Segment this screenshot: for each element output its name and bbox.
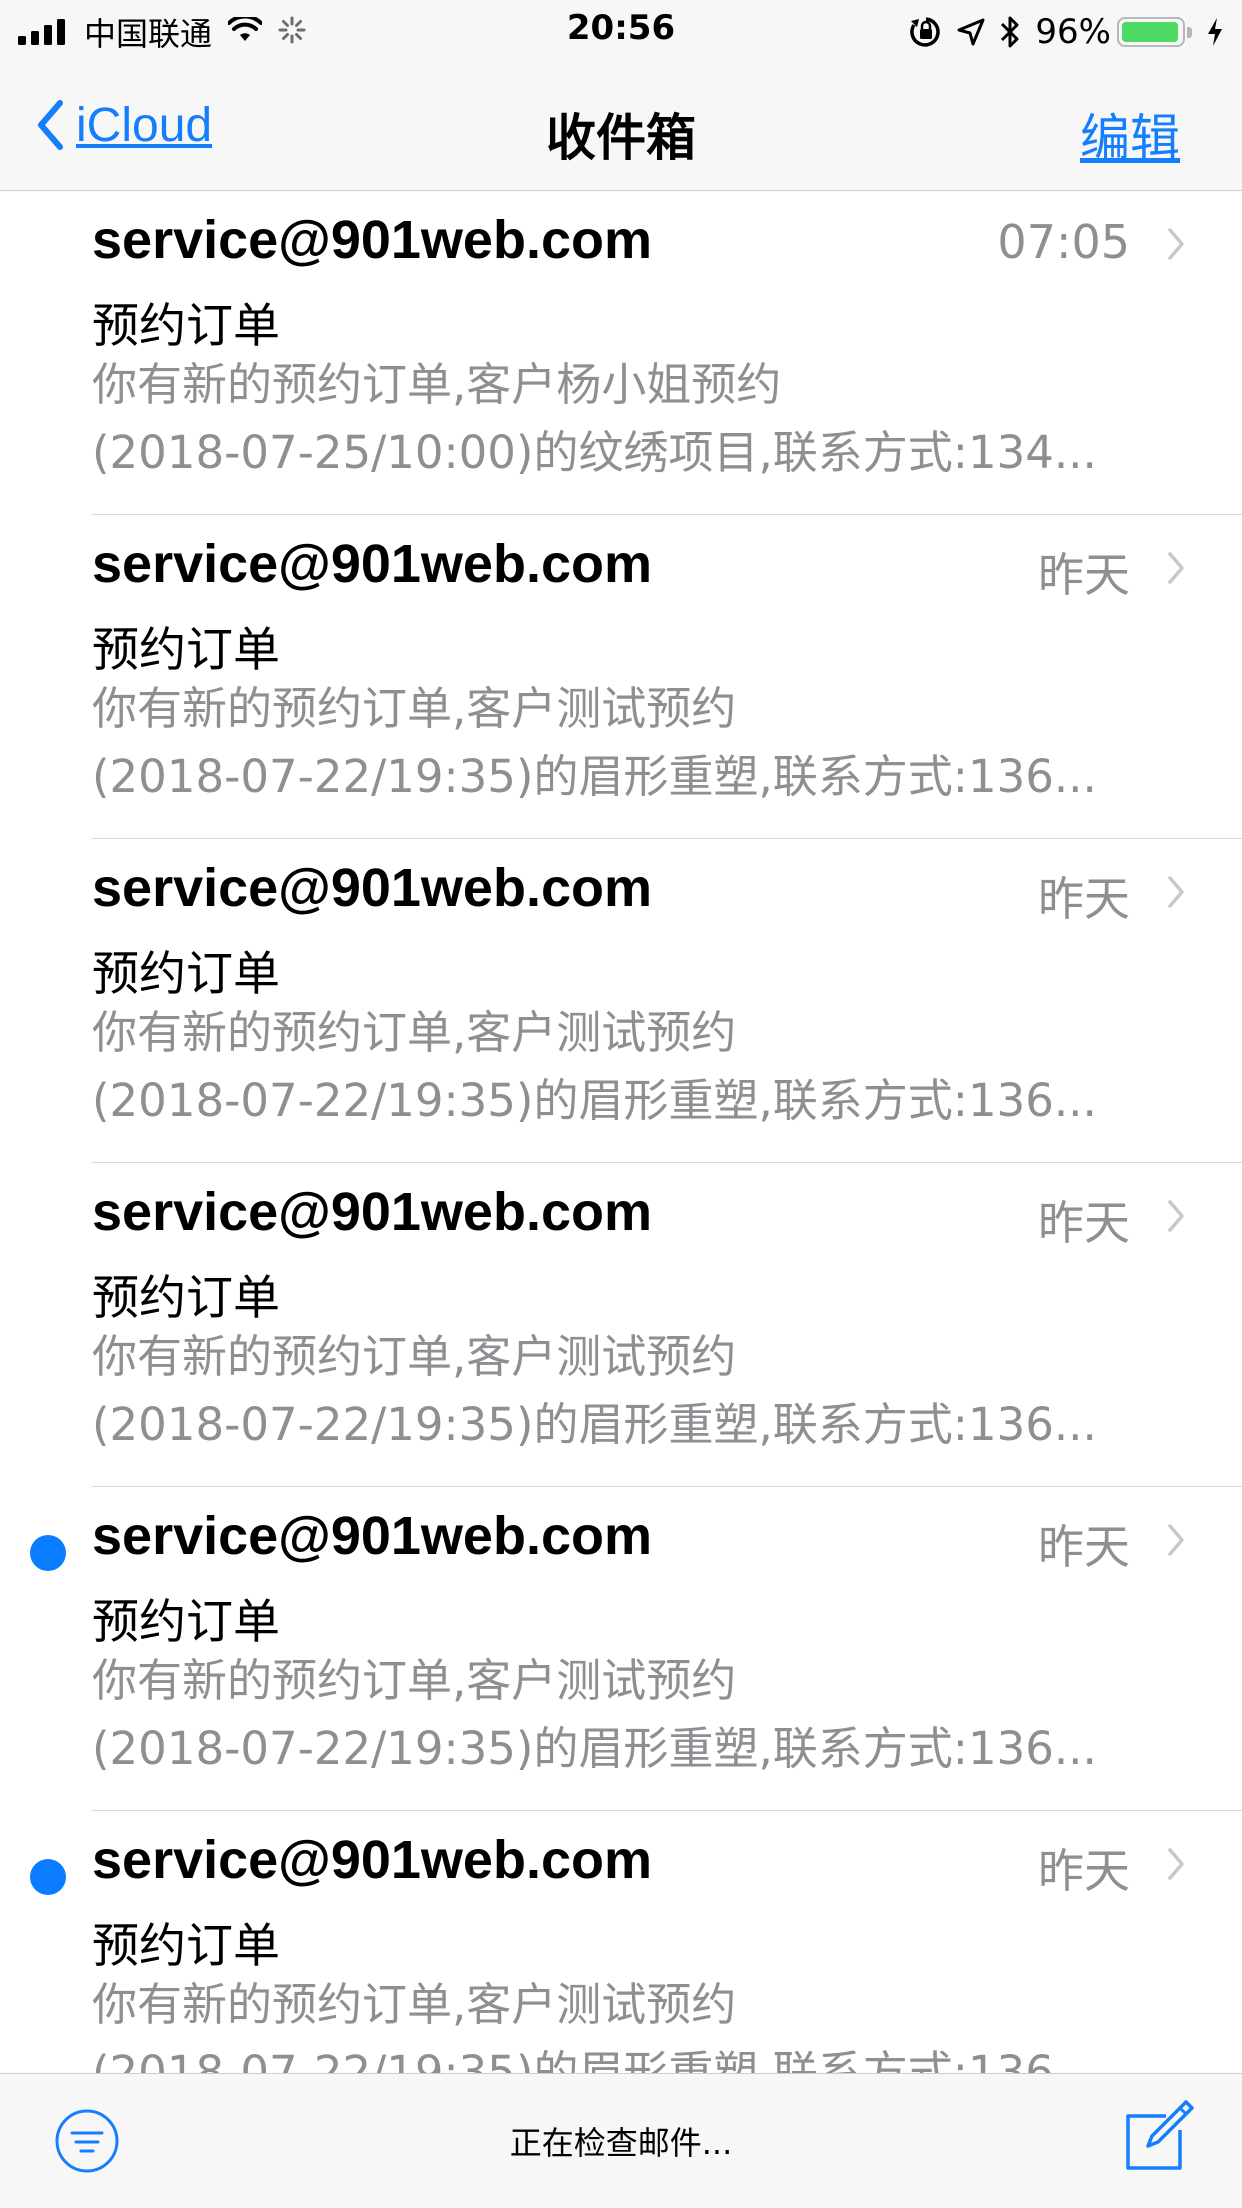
- mail-preview-line-1: 你有新的预约订单,客户测试预约: [92, 1654, 737, 1707]
- battery-cap: [1187, 26, 1192, 38]
- status-bar: 中国联通 20:56 96%: [0, 0, 1242, 62]
- chevron-right-icon: [1168, 1848, 1184, 1880]
- mail-list-item[interactable]: service@901web.com 昨天 预约订单 你有新的预约订单,客户测试…: [0, 1811, 1242, 2073]
- compose-button[interactable]: [1120, 2098, 1196, 2179]
- mail-preview-line-1: 你有新的预约订单,客户杨小姐预约: [92, 358, 782, 411]
- mail-sender: service@901web.com: [92, 858, 652, 918]
- mail-preview: 你有新的预约订单,客户测试预约 (2018-07-22/19:35)的眉形重塑,…: [92, 675, 1174, 811]
- chevron-right-icon: [1168, 1524, 1184, 1556]
- mail-preview-line-2: (2018-07-22/19:35)的眉形重塑,联系方式:136...: [92, 1722, 1097, 1775]
- mail-list-item[interactable]: service@901web.com 昨天 预约订单 你有新的预约订单,客户测试…: [0, 1487, 1242, 1811]
- mail-time: 昨天: [1038, 1844, 1130, 1898]
- status-bar-right: 96%: [895, 10, 1224, 54]
- mail-sender: service@901web.com: [92, 1182, 652, 1242]
- mail-list-item[interactable]: service@901web.com 昨天 预约订单 你有新的预约订单,客户测试…: [0, 1163, 1242, 1487]
- mail-subject: 预约订单: [92, 1919, 280, 1974]
- mail-sender: service@901web.com: [92, 534, 652, 594]
- mail-preview: 你有新的预约订单,客户测试预约 (2018-07-22/19:35)的眉形重塑,…: [92, 1971, 1174, 2073]
- location-icon: [957, 18, 985, 46]
- mail-time: 昨天: [1038, 872, 1130, 926]
- edit-button[interactable]: 编辑: [1080, 98, 1180, 170]
- chevron-right-icon: [1168, 1200, 1184, 1232]
- mail-subject: 预约订单: [92, 1271, 280, 1326]
- mail-time: 昨天: [1038, 1520, 1130, 1574]
- orientation-lock-icon: [909, 15, 943, 49]
- bottom-toolbar: 正在检查邮件...: [0, 2073, 1242, 2208]
- mail-preview-line-1: 你有新的预约订单,客户测试预约: [92, 1006, 737, 1059]
- compose-icon: [1126, 2100, 1194, 2170]
- mail-app: 中国联通 20:56 96% iCloud 收件箱 编辑 service@901…: [0, 0, 1242, 2208]
- mail-list: service@901web.com 07:05 预约订单 你有新的预约订单,客…: [0, 191, 1242, 2073]
- mail-subject: 预约订单: [92, 947, 280, 1002]
- mail-preview: 你有新的预约订单,客户测试预约 (2018-07-22/19:35)的眉形重塑,…: [92, 1323, 1174, 1459]
- mail-sender: service@901web.com: [92, 1506, 652, 1566]
- mail-preview-line-1: 你有新的预约订单,客户测试预约: [92, 1330, 737, 1383]
- mail-subject: 预约订单: [92, 623, 280, 678]
- mail-preview: 你有新的预约订单,客户测试预约 (2018-07-22/19:35)的眉形重塑,…: [92, 999, 1174, 1135]
- mail-preview-line-2: (2018-07-22/19:35)的眉形重塑,联系方式:136...: [92, 2046, 1097, 2073]
- mail-preview-line-2: (2018-07-22/19:35)的眉形重塑,联系方式:136...: [92, 1074, 1097, 1127]
- mail-preview-line-2: (2018-07-22/19:35)的眉形重塑,联系方式:136...: [92, 1398, 1097, 1451]
- mail-preview-line-2: (2018-07-22/19:35)的眉形重塑,联系方式:136...: [92, 750, 1097, 803]
- unread-indicator: [30, 1859, 66, 1895]
- navigation-bar: iCloud 收件箱 编辑: [0, 62, 1242, 191]
- battery-level-fill: [1122, 22, 1178, 42]
- mail-time: 昨天: [1038, 548, 1130, 602]
- mail-subject: 预约订单: [92, 1595, 280, 1650]
- battery-percentage: 96%: [1035, 12, 1111, 52]
- page-title: 收件箱: [546, 109, 696, 167]
- mail-check-status: 正在检查邮件...: [509, 2124, 733, 2162]
- mail-time: 07:05: [997, 215, 1130, 269]
- mail-preview-line-1: 你有新的预约订单,客户测试预约: [92, 682, 737, 735]
- mail-list-item[interactable]: service@901web.com 07:05 预约订单 你有新的预约订单,客…: [0, 191, 1242, 515]
- chevron-right-icon: [1168, 876, 1184, 908]
- mail-sender: service@901web.com: [92, 1830, 652, 1890]
- mail-list-item[interactable]: service@901web.com 昨天 预约订单 你有新的预约订单,客户测试…: [0, 515, 1242, 839]
- mail-subject: 预约订单: [92, 299, 280, 354]
- chevron-right-icon: [1168, 228, 1184, 260]
- mail-preview-line-1: 你有新的预约订单,客户测试预约: [92, 1978, 737, 2031]
- mail-preview: 你有新的预约订单,客户杨小姐预约 (2018-07-25/10:00)的纹绣项目…: [92, 351, 1174, 487]
- mail-preview-line-2: (2018-07-25/10:00)的纹绣项目,联系方式:134...: [92, 426, 1097, 479]
- battery-icon: [1117, 17, 1185, 47]
- mail-list-item[interactable]: service@901web.com 昨天 预约订单 你有新的预约订单,客户测试…: [0, 839, 1242, 1163]
- bluetooth-icon: [999, 15, 1021, 49]
- mail-time: 昨天: [1038, 1196, 1130, 1250]
- unread-indicator: [30, 1535, 66, 1571]
- chevron-right-icon: [1168, 552, 1184, 584]
- mail-preview: 你有新的预约订单,客户测试预约 (2018-07-22/19:35)的眉形重塑,…: [92, 1647, 1174, 1783]
- mail-sender: service@901web.com: [92, 210, 652, 270]
- charging-bolt-icon: [1206, 17, 1224, 47]
